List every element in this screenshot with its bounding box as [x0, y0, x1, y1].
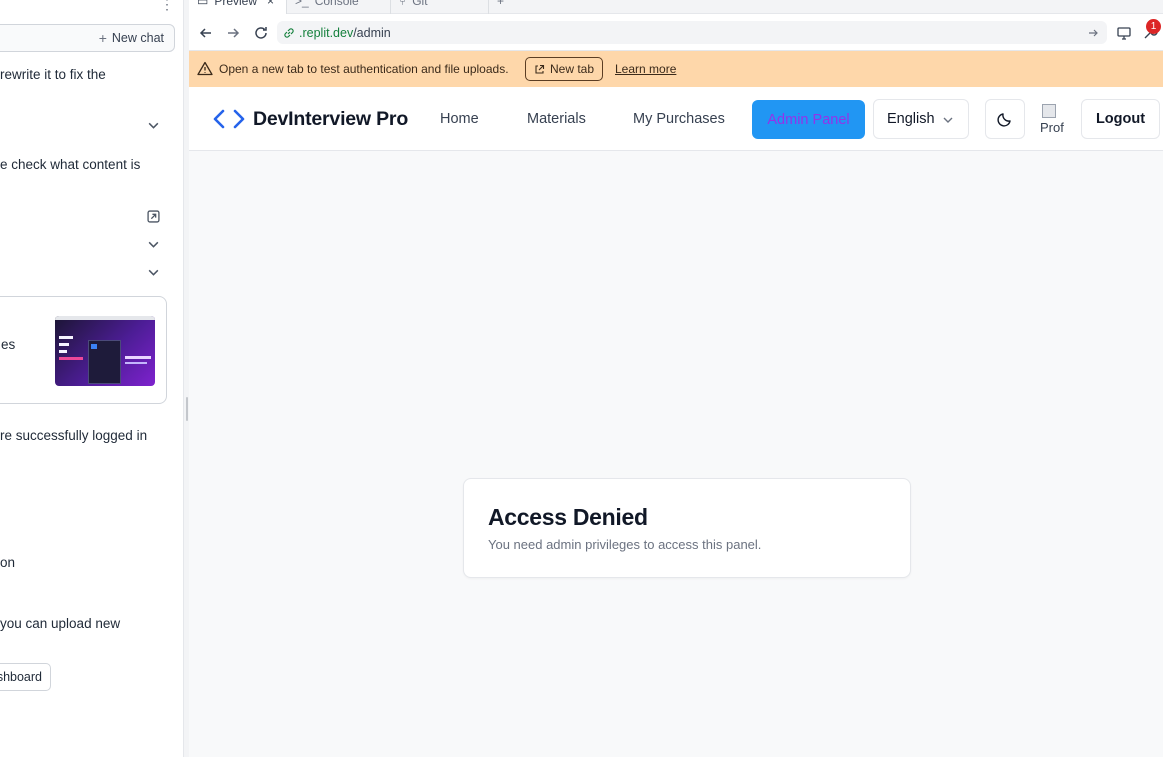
screenshot-card[interactable]: es	[0, 296, 167, 404]
admin-panel-button[interactable]: Admin Panel	[752, 100, 865, 139]
url-bar: .replit.dev/admin 1	[189, 14, 1163, 51]
terminal-icon: >_	[295, 0, 309, 8]
forward-arrow-icon[interactable]	[225, 25, 241, 41]
learn-more-link[interactable]: Learn more	[615, 62, 676, 76]
avatar[interactable]: Prof	[1040, 104, 1072, 136]
tab-label: Git	[412, 0, 428, 8]
tab-console[interactable]: >_ Console	[287, 0, 391, 14]
chat-message-text: you can upload new	[0, 616, 121, 631]
new-chat-label: New chat	[111, 31, 164, 45]
chat-message-text: e check what content is	[0, 157, 141, 172]
monitor-icon: ▭	[197, 0, 209, 8]
access-denied-card: Access Denied You need admin privileges …	[463, 478, 911, 578]
plus-icon: +	[98, 30, 107, 46]
moon-icon	[997, 113, 1011, 127]
access-denied-message: You need admin privileges to access this…	[488, 537, 762, 552]
nav-materials[interactable]: Materials	[527, 111, 586, 127]
warning-banner: Open a new tab to test authentication an…	[189, 51, 1163, 87]
tab-bar: ▭ Preview × >_ Console ⑂ Git +	[189, 0, 1163, 14]
avatar-alt-text: Prof	[1040, 120, 1064, 135]
tab-label: Preview	[214, 0, 258, 8]
new-tab-label: New tab	[550, 62, 595, 76]
plus-icon: +	[497, 0, 505, 8]
chevron-down-icon	[943, 117, 953, 123]
banner-message: Open a new tab to test authentication an…	[219, 62, 509, 76]
page-title: Access Denied	[488, 504, 648, 530]
chat-panel: ⋮ + New chat rewrite it to fix the e che…	[0, 0, 183, 757]
devices-icon[interactable]	[1116, 25, 1132, 41]
more-options-icon[interactable]: ⋮	[160, 0, 174, 13]
language-value: English	[887, 111, 935, 127]
tab-label: Console	[314, 0, 359, 8]
new-chat-button[interactable]: + New chat	[0, 24, 175, 52]
theme-toggle-button[interactable]	[985, 99, 1025, 139]
close-icon[interactable]: ×	[267, 0, 274, 8]
open-external-icon[interactable]	[147, 210, 160, 223]
tab-git[interactable]: ⑂ Git	[391, 0, 489, 14]
card-text: es	[1, 337, 16, 352]
preview-pane: ▭ Preview × >_ Console ⑂ Git + .replit.d…	[189, 0, 1163, 757]
grip-icon	[186, 397, 188, 421]
url-host: .replit.dev	[299, 25, 354, 40]
code-brackets-icon[interactable]	[213, 108, 245, 130]
nav-home[interactable]: Home	[440, 111, 479, 127]
chat-message-text: on	[0, 555, 16, 570]
chevron-down-icon[interactable]	[147, 266, 160, 279]
logout-button[interactable]: Logout	[1081, 99, 1160, 139]
language-select[interactable]: English	[873, 99, 969, 139]
add-tab-button[interactable]: +	[489, 0, 523, 14]
url-path: /admin	[353, 25, 391, 40]
address-field[interactable]: .replit.dev/admin	[277, 21, 1107, 44]
chat-message-text: re successfully logged in	[0, 428, 148, 443]
notification-badge: 1	[1146, 19, 1161, 34]
screenshot-thumbnail[interactable]	[55, 316, 155, 386]
link-icon	[284, 27, 294, 38]
back-arrow-icon[interactable]	[198, 25, 214, 41]
tab-preview[interactable]: ▭ Preview ×	[189, 0, 287, 14]
nav-my-purchases[interactable]: My Purchases	[633, 111, 725, 127]
git-branch-icon: ⑂	[399, 0, 407, 8]
broken-image-icon	[1042, 104, 1056, 118]
app-navbar: DevInterview Pro Home Materials My Purch…	[189, 87, 1163, 151]
reload-icon[interactable]	[253, 25, 269, 41]
brand-name[interactable]: DevInterview Pro	[253, 108, 408, 131]
go-arrow-icon[interactable]	[1087, 27, 1099, 39]
chevron-down-icon[interactable]	[147, 238, 160, 251]
new-tab-button[interactable]: New tab	[525, 57, 604, 81]
chevron-down-icon[interactable]	[147, 119, 160, 132]
dashboard-button[interactable]: shboard	[0, 663, 51, 691]
chat-message-text: rewrite it to fix the	[0, 67, 106, 82]
warning-icon	[197, 61, 213, 76]
external-link-icon	[535, 64, 545, 74]
